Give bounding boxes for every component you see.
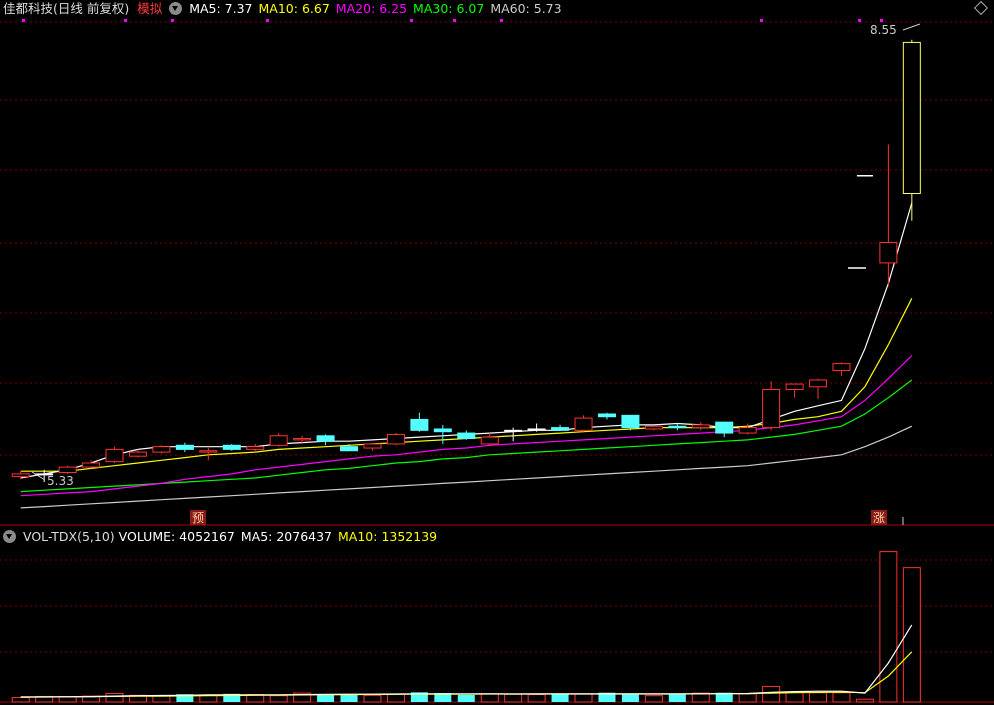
high-pointer [902,23,921,31]
volume-bar [855,698,874,703]
candle-body [738,427,757,434]
candle-body [363,443,382,449]
volume-bar [11,697,30,703]
volume-bar [879,551,898,703]
marker-limit: 涨 [873,510,885,525]
candle-body [175,444,194,450]
event-marker [858,19,861,22]
volume-bar [644,695,663,703]
event-marker [410,19,413,22]
candle-body [457,432,476,439]
ma10-line [20,298,913,472]
candle-body [480,436,499,445]
event-marker [124,19,127,22]
candle-body [832,363,851,371]
candle-body [293,438,312,441]
candle-body [715,421,734,434]
candle-body [410,418,429,431]
event-marker [500,19,503,22]
marker-pre: 预 [192,511,204,525]
candle-body [644,425,663,430]
high-label: 8.55 [870,23,897,37]
event-marker [171,19,174,22]
volume-bar [527,694,546,703]
candle-body [597,413,616,418]
event-marker [880,19,883,22]
volume-bar [809,692,828,703]
event-marker [22,19,25,22]
kline-chart[interactable]: 8.55 5.33 预 涨 [0,0,994,705]
volume-bar [105,692,124,703]
candle-body [879,242,898,264]
volume-bar [668,694,686,702]
volume-bar [551,693,569,702]
low-label: 5.33 [47,474,74,488]
volume-bar [785,691,804,703]
candle-body [152,446,171,453]
event-marker [453,19,456,22]
volume-bar [340,694,358,702]
candle-body [551,427,570,431]
volume-bar [58,696,77,703]
candle-body [902,41,921,194]
volume-bar [832,692,851,703]
candle-body [82,462,101,468]
volume-bar [386,693,405,703]
candle-body [574,417,593,431]
candle-body [316,435,335,442]
volume-bar [621,694,639,702]
candle-body [504,429,523,432]
volume-bar [457,694,475,702]
volume-bar [574,693,593,703]
candle-body [621,414,640,429]
volume-bar [480,693,499,703]
volume-bar [504,693,523,703]
volume-bar [269,695,288,703]
candle-body [340,446,359,452]
candle-body [105,448,124,463]
candle-body [269,435,288,446]
candle-body [222,444,241,450]
candle-body [128,451,147,457]
candle-body [527,428,546,431]
candle-body [199,450,218,453]
volume-bar [762,685,781,703]
volume-bar [738,693,757,703]
event-marker [760,19,763,22]
volume-bar [363,694,382,703]
candle-body [809,379,828,388]
candle-body [668,425,687,429]
candle-body [58,466,77,474]
candle-body [785,383,804,390]
event-marker [266,19,269,22]
candle-body [246,446,265,450]
candle-body [11,473,30,478]
candle-body [762,389,781,429]
candle-body [433,428,452,433]
candle-body [691,424,710,429]
candle-body [386,433,405,445]
